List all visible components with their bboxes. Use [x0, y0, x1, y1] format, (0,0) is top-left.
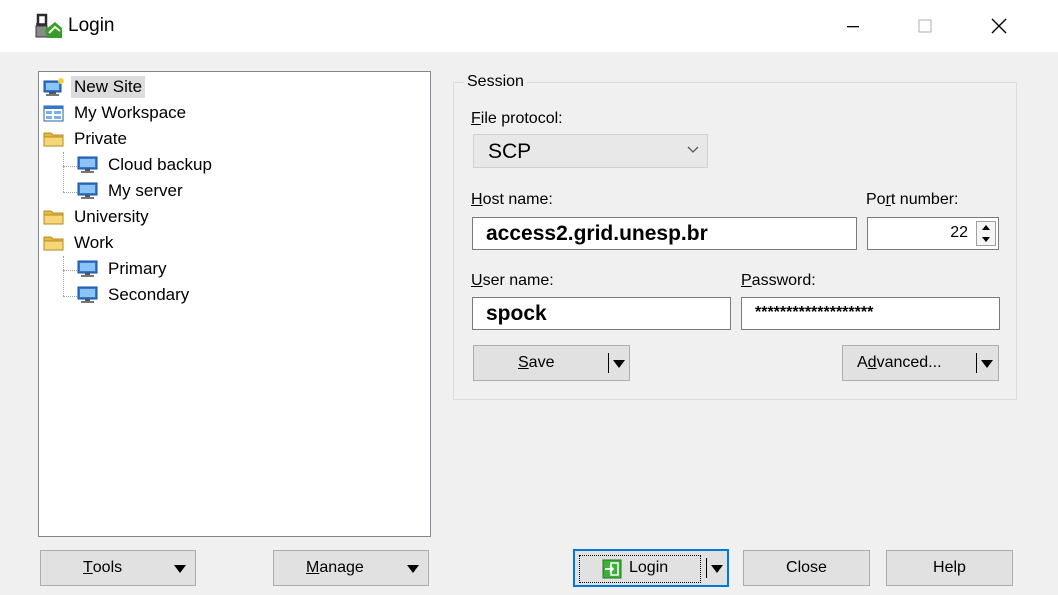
host-name-value: access2.grid.unesp.br	[486, 222, 708, 245]
dropdown-arrow-icon	[174, 565, 186, 573]
file-protocol-select[interactable]: SCP	[473, 134, 708, 168]
spin-up-button[interactable]	[977, 222, 995, 233]
save-button[interactable]: Save	[473, 345, 630, 381]
manage-label: Manage	[306, 559, 364, 576]
folder-icon	[43, 132, 64, 147]
tree-item-new-site[interactable]: New Site	[43, 75, 146, 99]
advanced-label-b: vanced...	[876, 354, 942, 371]
dropdown-arrow-icon[interactable]	[711, 565, 723, 573]
window-title: Login	[68, 15, 115, 36]
advanced-label: Ad vanced...	[857, 354, 942, 371]
tree-item-label: Cloud backup	[108, 155, 212, 174]
split-separator	[608, 353, 609, 373]
port-spinner[interactable]	[976, 221, 996, 246]
split-separator	[976, 353, 977, 373]
tree-item-my-workspace[interactable]: My Workspace	[43, 101, 189, 125]
workspace-icon	[43, 105, 64, 122]
dropdown-arrow-icon[interactable]	[613, 360, 625, 368]
tree-item-my-server[interactable]: My server	[77, 179, 186, 203]
tree-item-secondary[interactable]: Secondary	[77, 283, 192, 307]
tree-item-label: Work	[74, 233, 114, 252]
close-label: Close	[786, 559, 827, 576]
host-name-label-rest: ost name:	[482, 191, 553, 208]
tree-line	[63, 152, 64, 192]
tree-line	[63, 256, 64, 296]
tools-label: Tools	[83, 559, 123, 576]
password-label: Password:	[741, 272, 816, 289]
maximize-button[interactable]	[900, 8, 950, 44]
port-number-label-a: Po	[866, 191, 886, 208]
login-button[interactable]: Login	[573, 549, 729, 587]
app-logo-icon	[35, 13, 62, 38]
computer-icon	[77, 182, 98, 199]
tree-line	[63, 166, 77, 167]
file-protocol-label: File protocol:	[471, 110, 563, 127]
computer-icon	[77, 286, 98, 303]
manage-button[interactable]: Manage	[273, 550, 429, 586]
site-tree[interactable]: New Site My Workspace Private Cloud back…	[38, 71, 431, 537]
folder-icon	[43, 236, 64, 251]
session-legend: Session	[464, 73, 527, 91]
host-name-label: Host name:	[471, 191, 553, 208]
title-bar: Login	[0, 0, 1058, 52]
tools-label-rest: ools	[92, 559, 123, 576]
file-protocol-value: SCP	[488, 140, 532, 163]
computer-icon	[77, 156, 98, 173]
split-separator	[706, 558, 707, 578]
close-icon	[991, 18, 1007, 34]
user-name-input[interactable]: spock	[472, 297, 731, 330]
tools-button[interactable]: Tools	[40, 550, 196, 586]
minimize-icon	[847, 26, 859, 28]
tree-item-work[interactable]: Work	[43, 231, 116, 255]
spin-down-icon	[982, 237, 990, 242]
maximize-icon	[918, 19, 932, 33]
tree-item-primary[interactable]: Primary	[77, 257, 170, 281]
dropdown-arrow-icon	[407, 565, 419, 573]
tree-line	[63, 192, 77, 193]
close-window-button[interactable]	[974, 8, 1024, 44]
help-button[interactable]: Help	[886, 550, 1013, 586]
port-number-input[interactable]: 22	[867, 217, 999, 250]
advanced-button[interactable]: Ad vanced...	[842, 345, 999, 381]
tree-item-label: Private	[74, 129, 127, 148]
tree-item-label: My Workspace	[74, 103, 187, 122]
spin-down-button[interactable]	[977, 234, 995, 245]
chevron-down-icon	[687, 146, 699, 153]
tree-item-cloud-backup[interactable]: Cloud backup	[77, 153, 215, 177]
password-input[interactable]: *******************	[741, 297, 1000, 330]
password-label-rest: assword:	[751, 272, 816, 289]
tree-item-label: Primary	[108, 259, 167, 278]
user-name-value: spock	[486, 302, 547, 325]
tree-item-private[interactable]: Private	[43, 127, 130, 151]
port-number-label-b: t number:	[890, 191, 959, 208]
tree-line	[63, 296, 77, 297]
folder-icon	[43, 210, 64, 225]
minimize-button[interactable]	[828, 8, 878, 44]
save-label: Save	[518, 354, 555, 371]
tree-item-label: My server	[108, 181, 183, 200]
advanced-label-a: A	[857, 354, 868, 371]
manage-label-rest: anage	[319, 559, 364, 576]
dropdown-arrow-icon[interactable]	[981, 360, 993, 368]
file-protocol-label-rest: ile protocol:	[480, 110, 563, 127]
user-name-label: User name:	[471, 272, 554, 289]
computer-icon	[77, 260, 98, 277]
password-value: *******************	[755, 304, 874, 321]
tree-item-label: New Site	[71, 76, 146, 98]
spin-up-icon	[982, 225, 990, 230]
port-number-label: Port number:	[866, 191, 959, 208]
help-label: Help	[933, 559, 966, 576]
save-label-rest: ave	[528, 354, 555, 371]
tree-item-label: University	[74, 207, 149, 226]
new-site-icon	[43, 78, 64, 96]
login-icon	[602, 559, 622, 579]
close-button[interactable]: Close	[743, 550, 870, 586]
port-number-value: 22	[950, 224, 968, 241]
user-name-label-rest: ser name:	[482, 272, 554, 289]
tree-line	[63, 270, 77, 271]
tree-item-university[interactable]: University	[43, 205, 152, 229]
login-label: Login	[629, 559, 669, 576]
tree-item-label: Secondary	[108, 285, 190, 304]
host-name-input[interactable]: access2.grid.unesp.br	[472, 217, 857, 250]
